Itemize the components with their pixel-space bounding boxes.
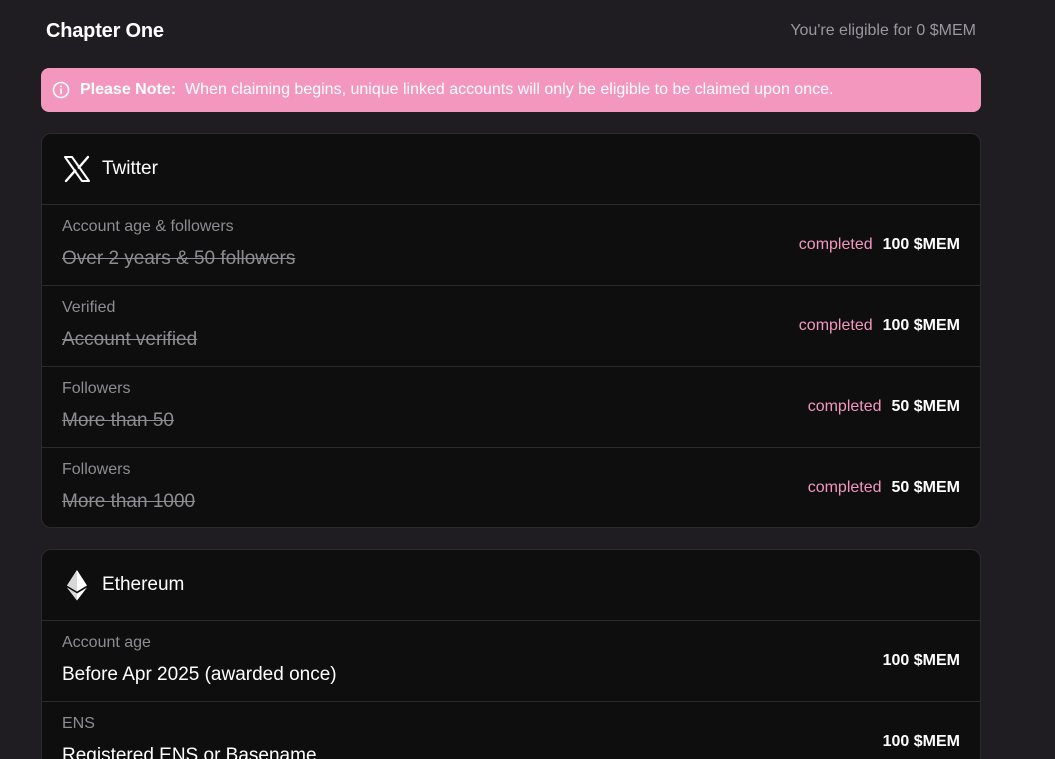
ethereum-task-row: Account age Before Apr 2025 (awarded onc… (42, 621, 980, 702)
reward-amount: 50 $MEM (891, 479, 960, 496)
twitter-card-header: Twitter (42, 134, 980, 205)
task-label: Followers (62, 461, 131, 478)
task-label: ENS (62, 715, 95, 732)
reward-amount: 50 $MEM (891, 398, 960, 415)
status-badge: completed (798, 236, 873, 253)
status-badge: completed (807, 398, 882, 415)
info-icon (52, 81, 70, 99)
x-logo-icon (62, 154, 92, 184)
status-badge: completed (807, 479, 882, 496)
page: Chapter One You're eligible for 0 $MEM P… (0, 0, 1055, 759)
page-title: Chapter One (46, 19, 164, 42)
ethereum-card: Ethereum Account age Before Apr 2025 (aw… (41, 549, 981, 759)
reward-amount: 100 $MEM (882, 236, 960, 253)
twitter-title: Twitter (102, 158, 158, 179)
twitter-task-row: Verified Account verified completed 100 … (42, 286, 980, 367)
twitter-task-row: Followers More than 50 completed 50 $MEM (42, 367, 980, 448)
status-badge: completed (798, 317, 873, 334)
twitter-task-row: Followers More than 1000 completed 50 $M… (42, 448, 980, 527)
task-label: Account age (62, 634, 151, 651)
note-label: Please Note: (80, 81, 177, 98)
task-description: More than 50 (62, 410, 174, 431)
ethereum-title: Ethereum (102, 574, 185, 595)
twitter-card: Twitter Account age & followers Over 2 y… (41, 133, 981, 528)
reward-amount: 100 $MEM (882, 652, 960, 669)
task-description: More than 1000 (62, 491, 196, 512)
reward-amount: 100 $MEM (882, 317, 960, 334)
task-description: Registered ENS or Basename (62, 745, 317, 759)
task-description: Account verified (62, 329, 198, 350)
task-label: Followers (62, 380, 131, 397)
chapter-header: Chapter One You're eligible for 0 $MEM (46, 18, 976, 44)
ethereum-task-row: ENS Registered ENS or Basename 100 $MEM (42, 702, 980, 759)
eligibility-text: You're eligible for 0 $MEM (790, 22, 976, 39)
please-note-banner: Please Note: When claiming begins, uniqu… (41, 68, 981, 112)
ethereum-card-header: Ethereum (42, 550, 980, 621)
task-label: Verified (62, 299, 116, 316)
task-description: Over 2 years & 50 followers (62, 248, 296, 269)
note-text: When claiming begins, unique linked acco… (185, 81, 834, 98)
twitter-task-row: Account age & followers Over 2 years & 5… (42, 205, 980, 286)
reward-amount: 100 $MEM (882, 733, 960, 750)
task-label: Account age & followers (62, 218, 234, 235)
ethereum-logo-icon (62, 570, 92, 601)
task-description: Before Apr 2025 (awarded once) (62, 664, 337, 685)
